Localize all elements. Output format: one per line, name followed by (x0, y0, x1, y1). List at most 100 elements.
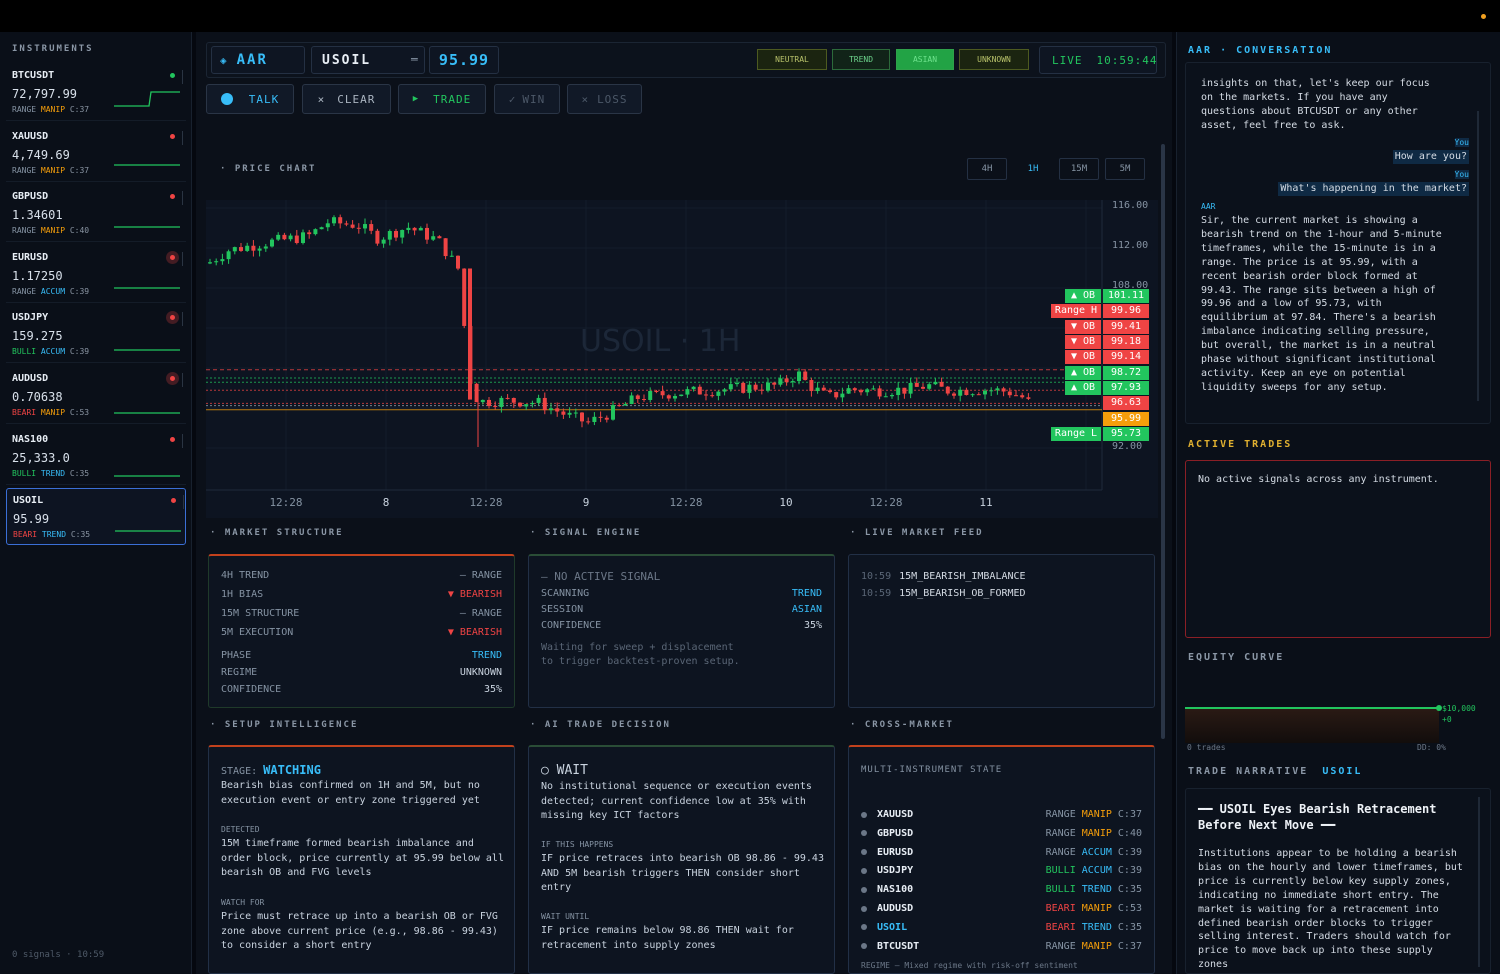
candle-body (294, 235, 299, 244)
candle-body (914, 382, 919, 387)
setup-summary: Bearish bias confirmed on 1H and 5M, but… (221, 780, 480, 806)
cm-dot (861, 811, 867, 818)
ms-label: REGIME (221, 667, 258, 678)
ms-value: TREND (471, 650, 502, 661)
narrative-scrollbar[interactable] (1478, 797, 1480, 967)
instrument-btcusdt[interactable]: BTCUSDT 72,797.99 RANGE MANIP C:37 (6, 64, 186, 121)
candle-body (642, 399, 646, 401)
live-label: LIVE (1052, 53, 1083, 67)
candle-body (877, 388, 882, 397)
candle-body (908, 382, 913, 394)
separator (182, 433, 183, 448)
candle-body (493, 405, 498, 407)
timeframe-15m-button[interactable]: 15M (1059, 158, 1099, 180)
instrument-price: 1.17250 (12, 268, 63, 283)
cm-phase: MANIP (1081, 940, 1112, 952)
candle-body (369, 224, 374, 231)
candle-body (989, 390, 994, 392)
candle-body (617, 405, 622, 407)
symbol-box[interactable]: USOIL (311, 46, 425, 74)
ms-row-regime: REGIME UNKNOWN (221, 667, 502, 678)
tag-bias: BULLI (12, 347, 37, 357)
cm-phase: TREND (1081, 921, 1112, 933)
separator (183, 495, 184, 510)
decision-value: ○ WAIT (541, 763, 588, 778)
x-tick-label: 12:28 (269, 496, 303, 509)
ms-label: 1H BIAS (221, 589, 264, 600)
badge-asian: ASIAN (896, 49, 954, 70)
candle-body (741, 382, 746, 393)
candle-body (1014, 395, 1018, 397)
price-chart[interactable]: USOIL · 1H 116.00 112.00 108.00 92.00 12:28… (206, 200, 1158, 518)
instrument-usoil[interactable]: USOIL 95.99 BEARI TREND C:35 (6, 488, 186, 546)
candle-body (325, 223, 330, 228)
conversation-scrollbar[interactable] (1477, 111, 1479, 401)
instrument-xauusd[interactable]: XAUUSD 4,749.69 RANGE MANIP C:37 (6, 125, 186, 182)
trade-button[interactable]: ▶ TRADE (398, 84, 486, 114)
close-icon: × (317, 92, 326, 106)
cm-symbol: USDJPY (877, 865, 914, 877)
candle-body (511, 397, 516, 403)
instrument-nas100[interactable]: NAS100 25,333.0 BULLI TREND C:35 (6, 428, 186, 485)
if-text: IF price retraces into bearish OB 98.86 … (541, 853, 824, 893)
instrument-price: 95.99 (13, 512, 50, 527)
cross-market-row-nas100: NAS100 BULLI TREND C:35 (861, 884, 1142, 895)
tag-bias: RANGE (12, 165, 37, 175)
instrument-audusd[interactable]: AUDUSD 0.70638 BEARI MANIP C:53 (6, 367, 186, 424)
separator (182, 191, 183, 206)
instrument-gbpusd[interactable]: GBPUSD 1.34601 RANGE MANIP C:40 (6, 185, 186, 243)
candle-body (536, 397, 541, 403)
timeframe-4h-button[interactable]: 4H (967, 158, 1007, 180)
separator (182, 70, 183, 84)
candle-body (406, 227, 411, 231)
cm-dot (861, 830, 867, 837)
ms-value: ▼ BEARISH (447, 589, 502, 600)
instrument-eurusd[interactable]: EURUSD 1.17250 RANGE ACCUM C:39 (6, 246, 186, 303)
main-scrollbar[interactable] (1161, 144, 1165, 739)
wait-text: IF price remains below 98.86 THEN wait f… (541, 925, 794, 951)
candle-body (983, 390, 987, 395)
candle-body (604, 417, 609, 420)
candle-body (666, 395, 671, 399)
chat-message-aar-1: insights on that, let's keep our focus o… (1201, 78, 1430, 131)
win-button[interactable]: ✓ WIN (494, 84, 560, 114)
candle-body (722, 389, 727, 392)
status-dot (170, 436, 175, 442)
narrative-body: Institutions appear to be holding a bear… (1198, 848, 1463, 971)
right-panel: AAR · CONVERSATION insights on that, let… (1176, 32, 1500, 974)
cm-symbol: AUDUSD (877, 903, 914, 914)
candle-body (945, 386, 950, 394)
timeframe-1h-button[interactable]: 1H (1013, 158, 1053, 180)
level-tag: Range H (1051, 304, 1101, 318)
candle-body (449, 255, 454, 257)
level-price: 97.93 (1103, 381, 1149, 395)
diamond-icon: ◈ (220, 53, 227, 67)
sidebar-footer: 0 signals · 10:59 (12, 950, 105, 960)
candle-body (790, 381, 795, 383)
tag-phase: TREND (41, 530, 67, 540)
candle-body (220, 259, 225, 262)
loss-button[interactable]: × LOSS (567, 84, 642, 114)
instrument-usdjpy[interactable]: USDJPY 159.275 BULLI ACCUM C:39 (6, 306, 186, 364)
sparkline (115, 530, 181, 532)
signal-engine-title: · SIGNAL ENGINE (530, 528, 642, 538)
candle-body (226, 251, 231, 260)
clear-button[interactable]: × CLEAR (302, 84, 391, 114)
clear-label: CLEAR (337, 92, 376, 106)
instrument-tags: RANGE MANIP C:37 (12, 166, 89, 175)
x-tick-label: 11 (979, 496, 993, 509)
timeframe-5m-button[interactable]: 5M (1105, 158, 1145, 180)
candle-body (933, 381, 938, 385)
level-price: 99.18 (1103, 335, 1149, 349)
candle-body (251, 245, 256, 251)
cm-phase: MANIP (1081, 903, 1112, 914)
candle-body (1020, 395, 1025, 398)
candle-body (567, 412, 572, 415)
you-label-1: You (1454, 138, 1469, 147)
talk-button[interactable]: TALK (206, 84, 294, 114)
cm-phase: ACCUM (1081, 865, 1112, 877)
cm-state: RANGE MANIP C:37 (1046, 809, 1142, 820)
signal-label: SCANNING (541, 588, 590, 599)
candle-body (976, 394, 981, 396)
candle-body (883, 396, 888, 398)
